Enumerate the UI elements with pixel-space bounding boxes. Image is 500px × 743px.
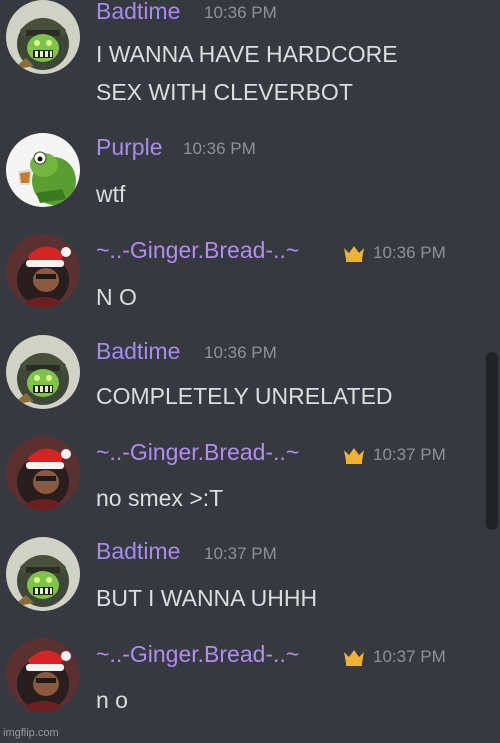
santa-hat-avatar[interactable]	[6, 234, 80, 308]
message: ~..-Ginger.Bread-..~ 10:37 PM no smex >:…	[0, 436, 480, 536]
username[interactable]: ~..-Ginger.Bread-..~	[96, 237, 299, 264]
message: Purple 10:36 PM wtf	[0, 133, 480, 233]
santa-hat-avatar[interactable]	[6, 638, 80, 712]
timestamp: 10:37 PM	[373, 445, 446, 464]
crown-icon	[344, 650, 364, 666]
chat-log: Badtime 10:36 PM I WANNA HAVE HARDCORE S…	[0, 0, 500, 743]
username[interactable]: ~..-Ginger.Bread-..~	[96, 439, 299, 466]
kermit-tea-avatar[interactable]	[6, 133, 80, 207]
message-text: BUT I WANNA UHHH	[96, 585, 318, 611]
imgflip-watermark: imgflip.com	[3, 727, 59, 739]
zombie-soldier-avatar[interactable]	[6, 537, 80, 611]
message: Badtime 10:36 PM COMPLETELY UNRELATED	[0, 335, 480, 435]
message-text: no smex >:T	[96, 485, 224, 511]
timestamp: 10:36 PM	[183, 139, 256, 158]
username[interactable]: ~..-Ginger.Bread-..~	[96, 641, 299, 668]
santa-hat-avatar[interactable]	[6, 436, 80, 510]
message-text: N O	[96, 284, 137, 310]
message-text: I WANNA HAVE HARDCORE SEX WITH CLEVERBOT	[96, 41, 398, 105]
message: Badtime 10:37 PM BUT I WANNA UHHH	[0, 537, 480, 637]
crown-icon	[344, 246, 364, 262]
username[interactable]: Badtime	[96, 338, 180, 365]
message-text: n o	[96, 687, 128, 713]
timestamp: 10:36 PM	[204, 343, 277, 362]
timestamp: 10:36 PM	[204, 3, 277, 22]
crown-icon	[344, 448, 364, 464]
message: Badtime 10:36 PM I WANNA HAVE HARDCORE S…	[0, 0, 480, 105]
timestamp: 10:37 PM	[204, 544, 277, 563]
scrollbar-thumb[interactable]	[486, 352, 498, 530]
username[interactable]: Purple	[96, 134, 162, 161]
zombie-soldier-avatar[interactable]	[6, 0, 80, 74]
timestamp: 10:36 PM	[373, 243, 446, 262]
message: ~..-Ginger.Bread-..~ 10:37 PM n o	[0, 638, 480, 738]
message-text: COMPLETELY UNRELATED	[96, 383, 393, 409]
username[interactable]: Badtime	[96, 538, 180, 565]
timestamp: 10:37 PM	[373, 647, 446, 666]
message: ~..-Ginger.Bread-..~ 10:36 PM N O	[0, 234, 480, 334]
message-text: wtf	[96, 181, 126, 207]
zombie-soldier-avatar[interactable]	[6, 335, 80, 409]
username[interactable]: Badtime	[96, 0, 180, 25]
